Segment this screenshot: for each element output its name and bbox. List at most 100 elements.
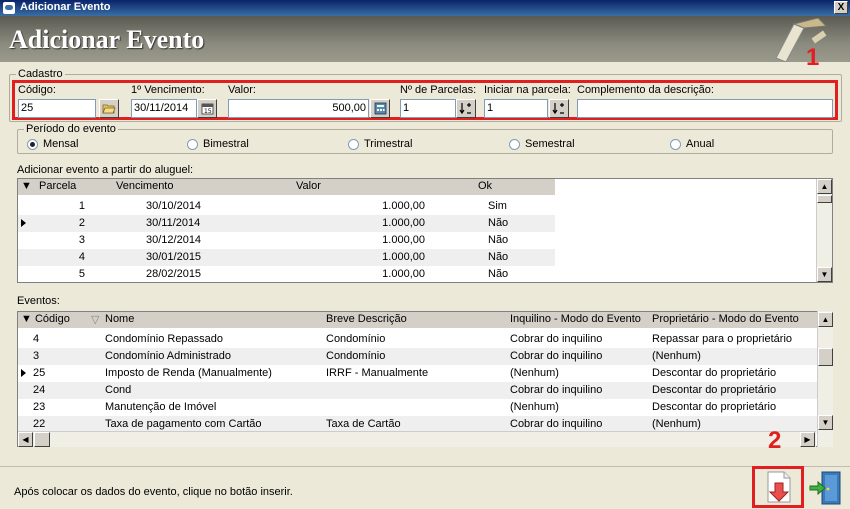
cell-valor: 1.000,00 xyxy=(382,268,425,280)
scroll-down-button[interactable]: ▼ xyxy=(817,267,832,282)
cell-spacer xyxy=(88,382,102,399)
col-nome[interactable]: Nome xyxy=(102,312,323,328)
cell-spacer xyxy=(88,365,102,382)
table-row[interactable]: 3 30/12/2014 1.000,00 Não xyxy=(18,232,553,249)
cell-nome: Imposto de Renda (Manualmente) xyxy=(105,367,272,379)
scroll-up-button[interactable]: ▲ xyxy=(818,312,833,327)
cell-codigo: 25 xyxy=(33,367,46,379)
table-row[interactable]: 5 28/02/2015 1.000,00 Não xyxy=(18,266,553,282)
insert-button[interactable] xyxy=(752,466,804,508)
radio-dot xyxy=(27,138,38,150)
radio-trimestral-label: Trimestral xyxy=(364,138,413,150)
calculator-button[interactable] xyxy=(370,99,390,118)
calendar-icon: 15 xyxy=(201,103,213,115)
col-inquilino-modo[interactable]: Inquilino - Modo do Evento xyxy=(507,312,649,328)
eventos-scroll-track[interactable]: ▲ ▼ xyxy=(817,311,833,447)
parcelas-field[interactable]: 1 xyxy=(400,99,456,118)
cell-inquilino-modo: Cobrar do inquilino xyxy=(510,350,603,362)
eventos-vscrollbar[interactable]: ▲ ▼ xyxy=(816,311,833,447)
cell-parcela: 3 xyxy=(78,234,85,246)
col-ok[interactable]: Ok xyxy=(475,179,555,195)
cell-vencimento: 30/10/2014 xyxy=(146,200,202,212)
table-row[interactable]: 4 30/01/2015 1.000,00 Não xyxy=(18,249,555,266)
radio-trimestral[interactable]: Trimestral xyxy=(348,138,412,150)
cell-valor: 1.000,00 xyxy=(382,200,425,212)
cell-codigo: 23 xyxy=(33,401,46,413)
row-indicator xyxy=(18,399,30,416)
cell-parcela: 2 xyxy=(78,217,85,229)
radio-bimestral-label: Bimestral xyxy=(203,138,249,150)
row-indicator xyxy=(18,215,30,232)
complemento-field[interactable] xyxy=(577,99,833,118)
cell-codigo: 4 xyxy=(33,333,40,345)
cell-ok: Não xyxy=(488,251,509,263)
aluguel-scrollbar[interactable]: ▲ ▼ xyxy=(816,179,832,282)
row-indicator xyxy=(18,249,30,266)
codigo-field[interactable]: 25 xyxy=(18,99,96,118)
hscroll-thumb[interactable] xyxy=(34,432,50,447)
eventos-hscrollbar[interactable]: ◀ ▶ xyxy=(18,431,816,447)
cell-proprietario-modo: Repassar para o proprietário xyxy=(652,333,793,345)
cell-codigo: 24 xyxy=(33,384,46,396)
cell-inquilino-modo: Cobrar do inquilino xyxy=(510,384,603,396)
cell-ok: Não xyxy=(488,268,509,280)
table-row[interactable]: 23 Manutenção de Imóvel (Nenhum) Descontar … xyxy=(18,399,817,416)
vencimento-label: 1º Vencimento: xyxy=(131,84,205,96)
cell-parcela: 4 xyxy=(78,251,85,263)
scroll-left-button[interactable]: ◀ xyxy=(18,432,33,447)
table-row[interactable]: 4 Condomínio Repassado Condomínio Cobrar do… xyxy=(18,331,817,348)
radio-semestral[interactable]: Semestral xyxy=(509,138,575,150)
close-button[interactable]: X xyxy=(834,1,848,14)
valor-label: Valor: xyxy=(228,84,256,96)
eventos-grid[interactable]: ▼ Código ▽ Nome Breve Descrição Inquilin… xyxy=(17,311,833,447)
col-codigo-label: Código xyxy=(34,313,70,325)
col-parcela[interactable]: Parcela xyxy=(36,179,113,195)
scroll-right-button[interactable]: ▶ xyxy=(800,432,815,447)
exit-door-icon[interactable] xyxy=(808,470,844,506)
col-vencimento[interactable]: Vencimento xyxy=(113,179,293,195)
spin-icon xyxy=(459,102,471,114)
col-codigo[interactable]: ▼ Código xyxy=(18,312,88,328)
radio-semestral-label: Semestral xyxy=(525,138,575,150)
aluguel-grid-header: ▼ Parcela Vencimento Valor Ok xyxy=(18,179,555,195)
cell-breve-descricao: IRRF - Manualmente xyxy=(326,367,429,379)
row-indicator xyxy=(18,382,30,399)
parcelas-spin-button[interactable] xyxy=(456,99,476,118)
scroll-thumb[interactable] xyxy=(818,348,833,366)
scroll-up-button[interactable]: ▲ xyxy=(817,179,832,194)
footer-hint: Após colocar os dados do evento, clique … xyxy=(14,486,293,498)
iniciar-spin-button[interactable] xyxy=(549,99,569,118)
calendar-button[interactable]: 15 xyxy=(197,99,217,118)
table-row[interactable]: 3 Condomínio Administrado Condomínio Cobrar… xyxy=(18,348,817,365)
radio-dot xyxy=(509,138,520,150)
radio-anual[interactable]: Anual xyxy=(670,138,714,150)
cell-valor: 1.000,00 xyxy=(382,234,425,246)
radio-anual-label: Anual xyxy=(686,138,715,150)
periodo-legend: Período do evento xyxy=(26,123,116,135)
radio-mensal[interactable]: Mensal xyxy=(27,138,78,150)
col-breve-descricao[interactable]: Breve Descrição xyxy=(323,312,507,328)
title-bar: Adicionar Evento X xyxy=(0,0,850,16)
cell-ok: Não xyxy=(488,217,509,229)
col-proprietario-modo[interactable]: Proprietário - Modo do Evento xyxy=(649,312,817,328)
cell-proprietario-modo: (Nenhum) xyxy=(652,350,701,362)
cell-valor: 1.000,00 xyxy=(382,217,425,229)
row-indicator xyxy=(18,365,30,382)
scroll-down-button[interactable]: ▼ xyxy=(818,415,833,430)
vencimento-field[interactable]: 30/11/2014 xyxy=(131,99,197,118)
radio-bimestral[interactable]: Bimestral xyxy=(187,138,249,150)
cell-proprietario-modo: Descontar do proprietário xyxy=(652,401,777,413)
iniciar-field[interactable]: 1 xyxy=(484,99,548,118)
aluguel-grid[interactable]: ▼ Parcela Vencimento Valor Ok 1 30/10/20… xyxy=(17,178,833,283)
table-row[interactable]: 2 30/11/2014 1.000,00 Não xyxy=(18,215,555,232)
folder-button[interactable] xyxy=(99,99,119,118)
scroll-thumb[interactable] xyxy=(817,195,832,203)
table-row[interactable]: 1 30/10/2014 1.000,00 Sim xyxy=(18,198,553,215)
calculator-icon xyxy=(374,102,386,115)
cell-vencimento: 30/11/2014 xyxy=(146,217,201,229)
table-row[interactable]: 25 Imposto de Renda (Manualmente) IRRF - M… xyxy=(18,365,817,382)
table-row[interactable]: 24 Cond Cobrar do inquilino Descontar do pr… xyxy=(18,382,817,399)
col-valor[interactable]: Valor xyxy=(293,179,475,195)
valor-field[interactable]: 500,00 xyxy=(228,99,369,118)
complemento-label: Complemento da descrição: xyxy=(577,84,714,96)
